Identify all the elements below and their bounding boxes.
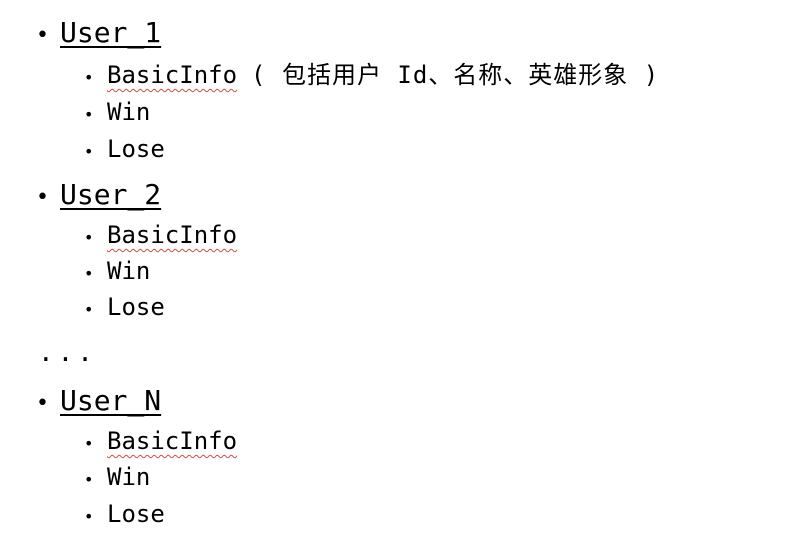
basicinfo-label: BasicInfo	[107, 221, 238, 249]
bullet-icon: •	[84, 434, 94, 453]
sub-item-basicinfo: • BasicInfo	[84, 426, 237, 459]
user-n-label: User_N	[60, 384, 162, 417]
bullet-icon: •	[36, 185, 49, 210]
basicinfo-label: BasicInfo	[107, 61, 238, 89]
sub-item-win: • Win	[84, 256, 150, 289]
user-2-label: User_2	[60, 178, 162, 211]
bullet-icon: •	[84, 507, 94, 526]
win-label: Win	[107, 98, 151, 126]
list-item-user-2: • User_2	[36, 178, 161, 215]
document-body: • User_1 • BasicInfo ( 包括用户 Id、名称、英雄形象 )…	[0, 0, 802, 542]
user-1-label: User_1	[60, 16, 162, 49]
win-label: Win	[107, 257, 151, 285]
lose-label: Lose	[107, 500, 165, 528]
bullet-icon: •	[84, 470, 94, 489]
bullet-icon: •	[36, 391, 49, 416]
bullet-icon: •	[36, 23, 49, 48]
ellipsis: ...	[38, 338, 97, 368]
sub-item-basicinfo: • BasicInfo ( 包括用户 Id、名称、英雄形象 )	[84, 60, 659, 93]
bullet-icon: •	[84, 264, 94, 283]
sub-item-win: • Win	[84, 462, 150, 495]
bullet-icon: •	[84, 68, 94, 87]
sub-item-basicinfo: • BasicInfo	[84, 220, 237, 253]
sub-item-lose: • Lose	[84, 292, 165, 325]
bullet-icon: •	[84, 142, 94, 161]
lose-label: Lose	[107, 135, 165, 163]
list-item-user-n: • User_N	[36, 384, 161, 421]
sub-item-lose: • Lose	[84, 134, 165, 167]
basicinfo-label: BasicInfo	[107, 427, 238, 455]
basicinfo-note: ( 包括用户 Id、名称、英雄形象 )	[251, 61, 660, 89]
lose-label: Lose	[107, 293, 165, 321]
sub-item-win: • Win	[84, 97, 150, 130]
bullet-icon: •	[84, 300, 94, 319]
sub-item-lose: • Lose	[84, 499, 165, 532]
bullet-icon: •	[84, 228, 94, 247]
list-item-user-1: • User_1	[36, 16, 161, 53]
win-label: Win	[107, 463, 151, 491]
bullet-icon: •	[84, 105, 94, 124]
